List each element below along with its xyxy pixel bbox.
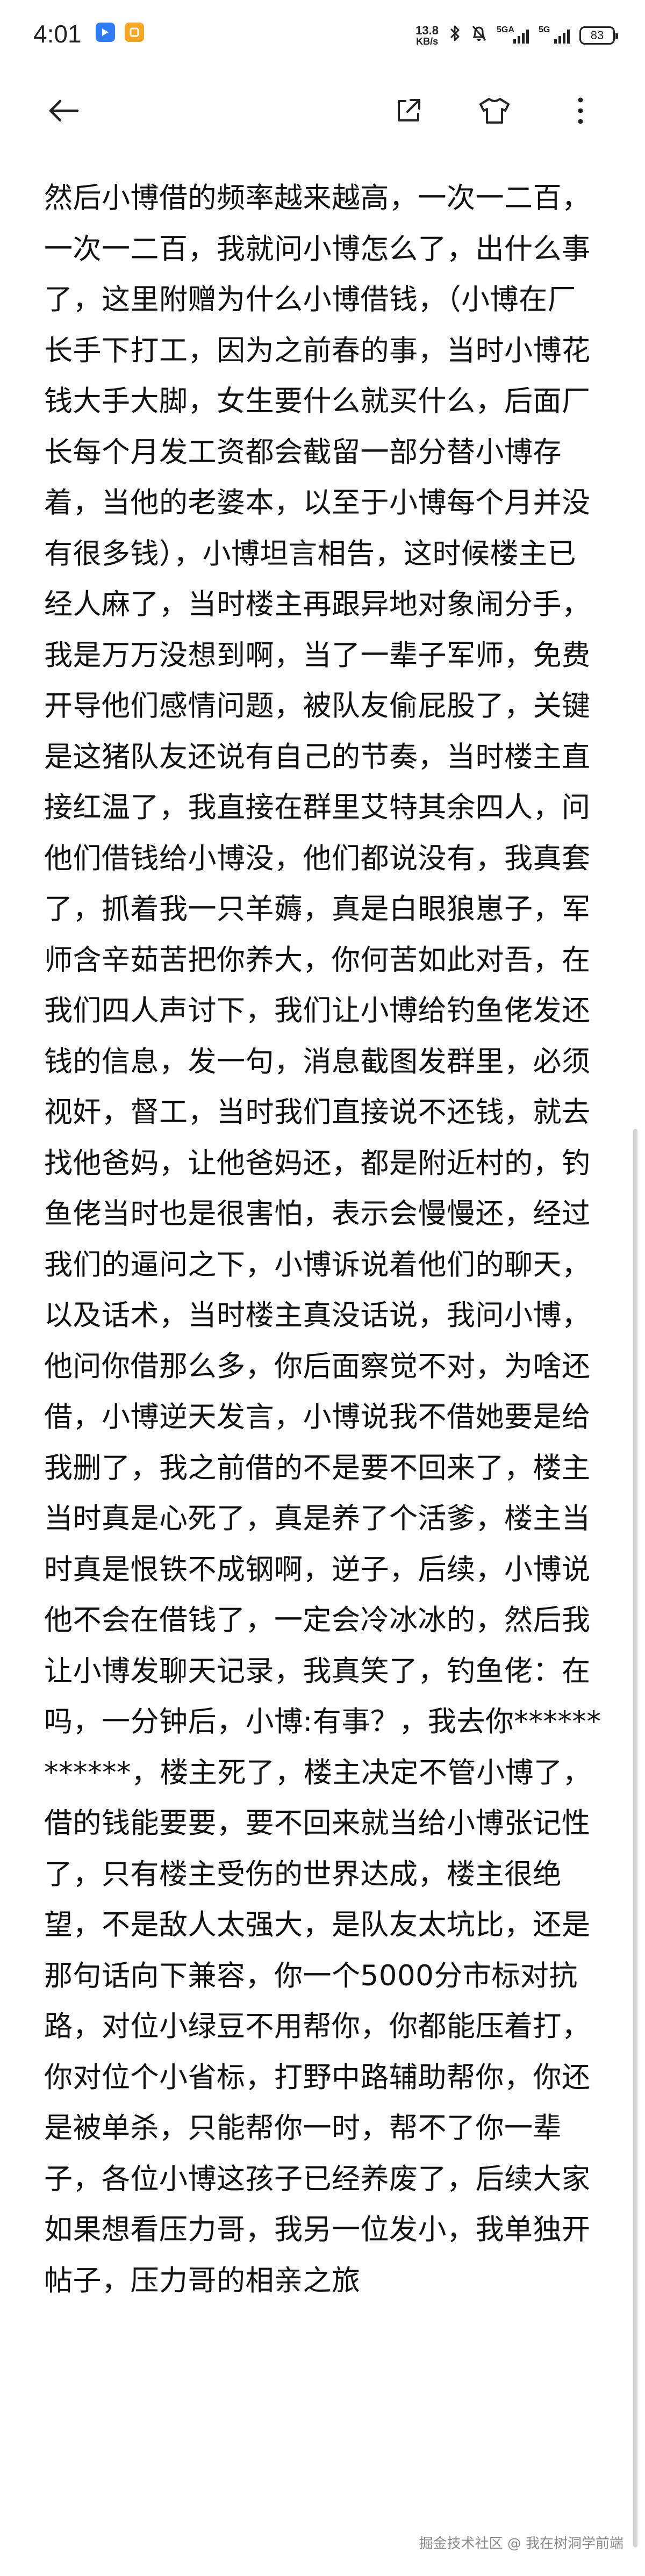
network-speed-value: 13.8: [415, 24, 439, 37]
network-speed: 13.8 KB/s: [415, 24, 439, 47]
bluetooth-icon: [448, 24, 461, 47]
signal-5ga: 5GA: [497, 25, 529, 44]
signal-5g: 5G: [539, 25, 570, 44]
scrollbar[interactable]: [633, 1129, 637, 2548]
battery-indicator: 83: [579, 26, 618, 45]
top-toolbar: [0, 70, 645, 150]
bell-muted-icon: [471, 24, 487, 47]
theme-button[interactable]: [473, 90, 516, 133]
status-bar: 4:01 13.8 KB/s 5GA 5G 83: [0, 0, 645, 70]
back-button[interactable]: [42, 90, 85, 133]
network-speed-unit: KB/s: [416, 36, 439, 47]
status-icons: 13.8 KB/s 5GA 5G 83: [415, 19, 618, 52]
arrow-left-icon: [46, 98, 81, 126]
more-vertical-icon: [575, 96, 586, 128]
share-button[interactable]: [387, 90, 430, 133]
more-button[interactable]: [559, 90, 602, 133]
signal-5g-label: 5G: [539, 25, 550, 34]
share-external-icon: [393, 96, 424, 128]
orange-app-icon: [125, 23, 144, 42]
blue-app-icon: [96, 23, 115, 42]
signal-5ga-label: 5GA: [497, 25, 514, 34]
battery-level: 83: [590, 28, 604, 42]
footer-watermark: 掘金技术社区 @ 我在树洞学前端: [419, 2536, 624, 2552]
tshirt-icon: [477, 96, 512, 128]
status-time: 4:01: [33, 20, 82, 48]
article-body: 然后小博借的频率越来越高，一次一二百，一次一二百，我就问小博怎么了，出什么事了，…: [44, 182, 601, 2297]
